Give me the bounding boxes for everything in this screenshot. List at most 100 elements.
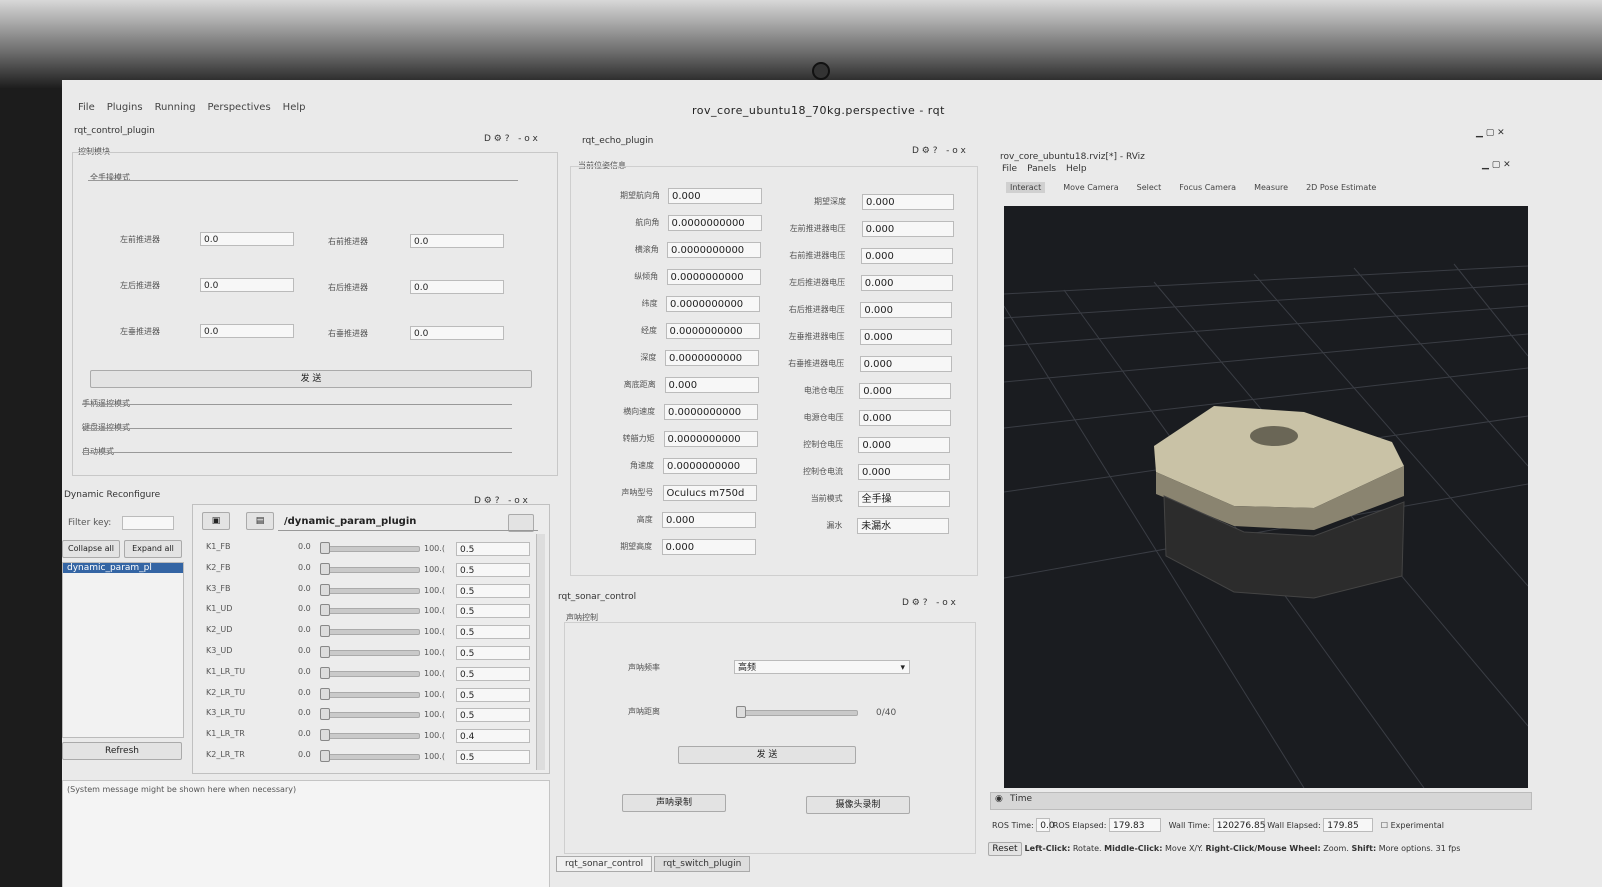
node-tree[interactable]: dynamic_param_pl [62, 562, 184, 738]
filter-key-input[interactable] [122, 516, 174, 530]
param-slider[interactable] [322, 670, 420, 677]
param-name: K3_UD [206, 646, 233, 655]
param-max: 100.( [424, 752, 445, 761]
thruster-left-input[interactable]: 0.0 [200, 232, 294, 246]
param-slider[interactable] [322, 754, 420, 760]
save-params-icon[interactable]: ▣ [202, 512, 230, 530]
rviz-menu-panels[interactable]: Panels [1027, 164, 1056, 174]
rviz-menu-help[interactable]: Help [1066, 164, 1087, 174]
sonar-record-button[interactable]: 声呐录制 [622, 794, 726, 812]
echo-right-label: 左前推进器电压 [789, 224, 846, 233]
control-send-button[interactable]: 发 送 [90, 370, 532, 388]
mode-full-manual[interactable]: 全手操模式 [90, 172, 130, 183]
param-value-input[interactable]: 0.5 [456, 562, 530, 577]
expand-all-button[interactable]: Expand all [124, 540, 182, 558]
param-value-input[interactable]: 0.5 [456, 687, 530, 702]
param-slider-handle[interactable] [320, 562, 331, 575]
param-scrollbar[interactable] [536, 534, 545, 770]
refresh-button[interactable]: Refresh [62, 742, 182, 760]
thruster-left-input[interactable]: 0.0 [200, 278, 294, 292]
menu-running[interactable]: Running [155, 102, 196, 113]
param-slider[interactable] [322, 608, 420, 615]
fps-counter: 31 fps [1435, 844, 1461, 853]
menu-plugins[interactable]: Plugins [107, 102, 143, 113]
param-min: 0.0 [298, 604, 311, 614]
param-value-input[interactable]: 0.4 [456, 729, 530, 744]
menu-perspectives[interactable]: Perspectives [208, 102, 271, 113]
thruster-right-input[interactable]: 0.0 [410, 326, 504, 340]
param-slider-handle[interactable] [320, 729, 331, 742]
tool-interact[interactable]: Interact [1006, 182, 1046, 193]
param-value-input[interactable]: 0.5 [456, 604, 530, 619]
param-slider-handle[interactable] [320, 646, 331, 658]
tool-2d-pose-estimate[interactable]: 2D Pose Estimate [1306, 183, 1376, 192]
echo-right-label: 漏水 [826, 521, 843, 530]
experimental-checkbox[interactable]: ☐ [1381, 821, 1388, 830]
param-slider[interactable] [322, 566, 420, 573]
wall-elapsed-value: 179.85 [1323, 818, 1374, 832]
param-slider-handle[interactable] [320, 687, 331, 700]
param-slider-handle[interactable] [320, 583, 331, 596]
tab-switch-plugin[interactable]: rqt_switch_plugin [654, 856, 751, 872]
time-panel-title: Time [1010, 794, 1033, 804]
sonar-control-dock-buttons[interactable]: D ⚙ ? - o x [902, 598, 956, 608]
param-slider-handle[interactable] [320, 542, 331, 554]
control-plugin-dock-buttons[interactable]: D ⚙ ? - o x [484, 134, 538, 144]
param-value-input[interactable]: 0.5 [456, 750, 530, 764]
echo-right-value: 0.000 [860, 329, 952, 345]
sonar-range-slider[interactable] [738, 710, 858, 716]
param-slider[interactable] [322, 733, 420, 740]
param-slider[interactable] [322, 691, 420, 698]
param-slider[interactable] [322, 650, 420, 656]
load-params-icon[interactable]: ▤ [246, 512, 274, 530]
menu-help[interactable]: Help [283, 102, 306, 113]
param-value-input[interactable]: 0.5 [456, 646, 530, 660]
param-slider-handle[interactable] [320, 604, 331, 617]
tool-move-camera[interactable]: Move Camera [1063, 183, 1118, 192]
sonar-frequency-value: 高频 [738, 663, 757, 673]
echo-plugin-dock-buttons[interactable]: D ⚙ ? - o x [912, 146, 966, 156]
param-value-input[interactable]: 0.5 [456, 708, 530, 723]
echo-right-label: 左后推进器电压 [789, 278, 846, 287]
param-slider[interactable] [322, 546, 420, 552]
param-slider-handle[interactable] [320, 625, 331, 638]
param-slider-handle[interactable] [320, 750, 331, 762]
sonar-range-handle[interactable] [736, 706, 746, 718]
hint-left-click-text: Rotate. [1072, 844, 1102, 853]
tool-measure[interactable]: Measure [1254, 183, 1288, 192]
echo-right-value: 0.000 [859, 356, 952, 372]
param-value-input[interactable]: 0.5 [456, 625, 530, 640]
rviz-menu-file[interactable]: File [1002, 164, 1017, 174]
param-slider[interactable] [322, 629, 420, 636]
camera-record-button[interactable]: 摄像头录制 [806, 796, 910, 814]
sonar-frequency-select[interactable]: 高频 ▾ [734, 660, 910, 674]
param-slider-handle[interactable] [320, 708, 331, 721]
rviz-inner-controls[interactable]: ▁ ▢ ✕ [1482, 160, 1511, 170]
thruster-left-input[interactable]: 0.0 [200, 324, 294, 338]
param-value-input[interactable]: 0.5 [456, 583, 530, 598]
echo-right-label: 左垂推进器电压 [788, 332, 845, 341]
thruster-right-input[interactable]: 0.0 [410, 234, 504, 248]
param-value-input[interactable]: 0.5 [456, 666, 530, 681]
hint-right-click: Right-Click/Mouse Wheel: [1205, 844, 1321, 853]
menu-file[interactable]: File [78, 102, 95, 113]
tool-focus-camera[interactable]: Focus Camera [1179, 183, 1236, 192]
param-min: 0.0 [298, 625, 311, 635]
param-slider-handle[interactable] [320, 666, 331, 679]
thruster-right-input[interactable]: 0.0 [410, 280, 504, 294]
tree-item-dynamic-param[interactable]: dynamic_param_pl [63, 563, 183, 573]
param-slider[interactable] [322, 587, 420, 594]
sonar-send-button[interactable]: 发 送 [678, 746, 856, 764]
param-max: 100.( [424, 648, 445, 657]
tab-sonar-control[interactable]: rqt_sonar_control [556, 856, 653, 872]
tool-select[interactable]: Select [1137, 183, 1162, 192]
param-value-input[interactable]: 0.5 [456, 542, 530, 556]
reset-button[interactable]: Reset [988, 842, 1022, 856]
rviz-3d-viewport[interactable] [1003, 206, 1529, 789]
rviz-window-controls[interactable]: ▁ ▢ ✕ [1476, 128, 1505, 138]
sonar-frequency-label: 声呐频率 [628, 663, 660, 672]
param-slider[interactable] [322, 712, 420, 719]
collapse-all-button[interactable]: Collapse all [62, 540, 120, 558]
thruster-right-label: 右后推进器 [328, 283, 368, 292]
divider [88, 180, 518, 181]
